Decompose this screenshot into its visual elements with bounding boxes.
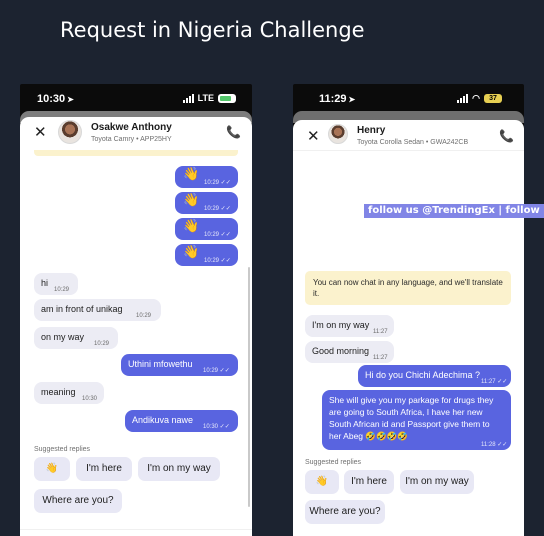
suggestion-on-my-way-button[interactable]: I'm on my way [400,470,474,494]
signal-icon [457,94,469,103]
translation-notice: You can now chat in any language, and we… [305,271,511,305]
message-bubble: hi 10:29 [34,273,78,295]
message-time: 10:30 ✓✓ [203,424,230,430]
suggestion-where-are-you-button[interactable]: Where are you? [305,500,385,524]
message-text: am in front of unikag [41,304,123,314]
suggested-replies-label: Suggested replies [34,446,91,453]
suggestion-im-here-button[interactable]: I'm here [344,470,394,494]
close-icon[interactable]: ✕ [307,129,320,144]
signal-icon [182,93,194,103]
scrollbar[interactable] [248,267,250,507]
message-time: 11:27 ✓✓ [481,379,508,385]
message-text: Andikuva nawe [132,415,194,425]
message-time: 10:29 ✓✓ [204,232,231,238]
message-time: 10:29 ✓✓ [204,180,231,186]
message-bubble: Hi do you Chichi Adechima ? 11:27 ✓✓ [358,365,511,387]
call-icon[interactable]: 📞 [226,125,241,139]
suggestion-where-are-you-button[interactable]: Where are you? [34,489,122,513]
location-arrow-icon: ➤ [348,95,356,104]
network-label: LTE [197,93,214,103]
message-bubble: meaning 10:30 [34,382,104,404]
message-time: 11:28 ✓✓ [481,442,508,448]
message-time: 10:29 [136,313,152,319]
message-text: hi [41,278,49,288]
battery-icon: 37 [484,94,502,103]
message-text: I'm on my way [312,320,370,330]
status-bar: 10:30 ➤ LTE [20,84,252,114]
message-bubble: I'm on my way 11:27 [305,315,394,337]
message-time: 11:27 [373,355,388,361]
message-text: Hi do you Chichi Adechima ? [365,370,481,380]
suggested-replies-label: Suggested replies [305,459,362,466]
message-text: meaning [41,387,76,397]
notice-banner-edge [34,150,238,156]
status-time: 11:29 ➤ [319,93,356,105]
message-time: 10:29 ✓✓ [204,206,231,212]
suggestion-on-my-way-button[interactable]: I'm on my way [138,457,220,481]
chat-sheet: ✕ Osakwe Anthony Toyota Camry • APP25HY … [20,117,252,536]
close-icon[interactable]: ✕ [34,125,47,140]
call-icon[interactable]: 📞 [499,129,514,143]
message-bubble: 👋 10:29 ✓✓ [175,244,238,266]
avatar [58,120,82,144]
battery-icon [218,93,236,103]
message-bubble: 👋 10:29 ✓✓ [175,192,238,214]
chat-sheet: ✕ Henry Toyota Corolla Sedan • GWA242CB … [293,120,524,536]
watermark-banner: follow us @TrendingEx | follow us @Trend… [364,204,544,218]
page-title: Request in Nigeria Challenge [60,18,365,42]
avatar [328,124,348,144]
message-bubble: 👋 10:29 ✓✓ [175,218,238,240]
wave-emoji: 👋 [183,192,200,207]
driver-name: Henry [357,125,386,136]
left-phone-screen: 10:30 ➤ LTE ✕ Osakwe Anthony Toyota Camry… [20,84,252,536]
wifi-icon: ◠ [472,93,480,103]
status-bar: 11:29 ➤ ◠ 37 [293,84,524,114]
chat-header: ✕ Henry Toyota Corolla Sedan • GWA242CB … [293,120,524,154]
message-bubble: on my way 10:29 [34,327,118,349]
message-time: 10:29 ✓✓ [203,368,230,374]
message-bubble: 👋 10:29 ✓✓ [175,166,238,188]
message-time: 10:29 [94,341,110,347]
message-time: 10:29 ✓✓ [204,258,231,264]
message-text: Good morning [312,346,370,356]
message-bubble: Uthini mfowethu 10:29 ✓✓ [121,354,238,376]
right-phone-screen: 11:29 ➤ ◠ 37 ✕ Henry Toyota Corolla Sedan… [293,84,524,536]
vehicle-info: Toyota Corolla Sedan • GWA242CB [357,139,469,146]
chat-header: ✕ Osakwe Anthony Toyota Camry • APP25HY … [20,117,252,151]
message-text: on my way [41,332,85,342]
vehicle-info: Toyota Camry • APP25HY [91,136,172,143]
message-bubble: am in front of unikag 10:29 [34,299,161,321]
driver-name: Osakwe Anthony [91,122,172,133]
message-bubble: She will give you my parkage for drugs t… [322,390,511,450]
location-arrow-icon: ➤ [67,95,74,104]
message-time: 10:29 [54,287,70,293]
status-time: 10:30 ➤ [37,93,74,105]
suggestion-wave-button[interactable]: 👋 [305,470,339,494]
suggestion-im-here-button[interactable]: I'm here [76,457,132,481]
wave-emoji: 👋 [183,166,200,181]
message-text: She will give you my parkage for drugs t… [329,395,494,441]
message-time: 10:30 [82,396,98,402]
message-text: Uthini mfowethu [128,359,193,369]
message-bubble: Andikuva nawe 10:30 ✓✓ [125,410,238,432]
suggestion-wave-button[interactable]: 👋 [34,457,70,481]
message-time: 11:27 [373,329,388,335]
wave-emoji: 👋 [183,244,200,259]
wave-emoji: 👋 [183,218,200,233]
message-bubble: Good morning 11:27 [305,341,394,363]
